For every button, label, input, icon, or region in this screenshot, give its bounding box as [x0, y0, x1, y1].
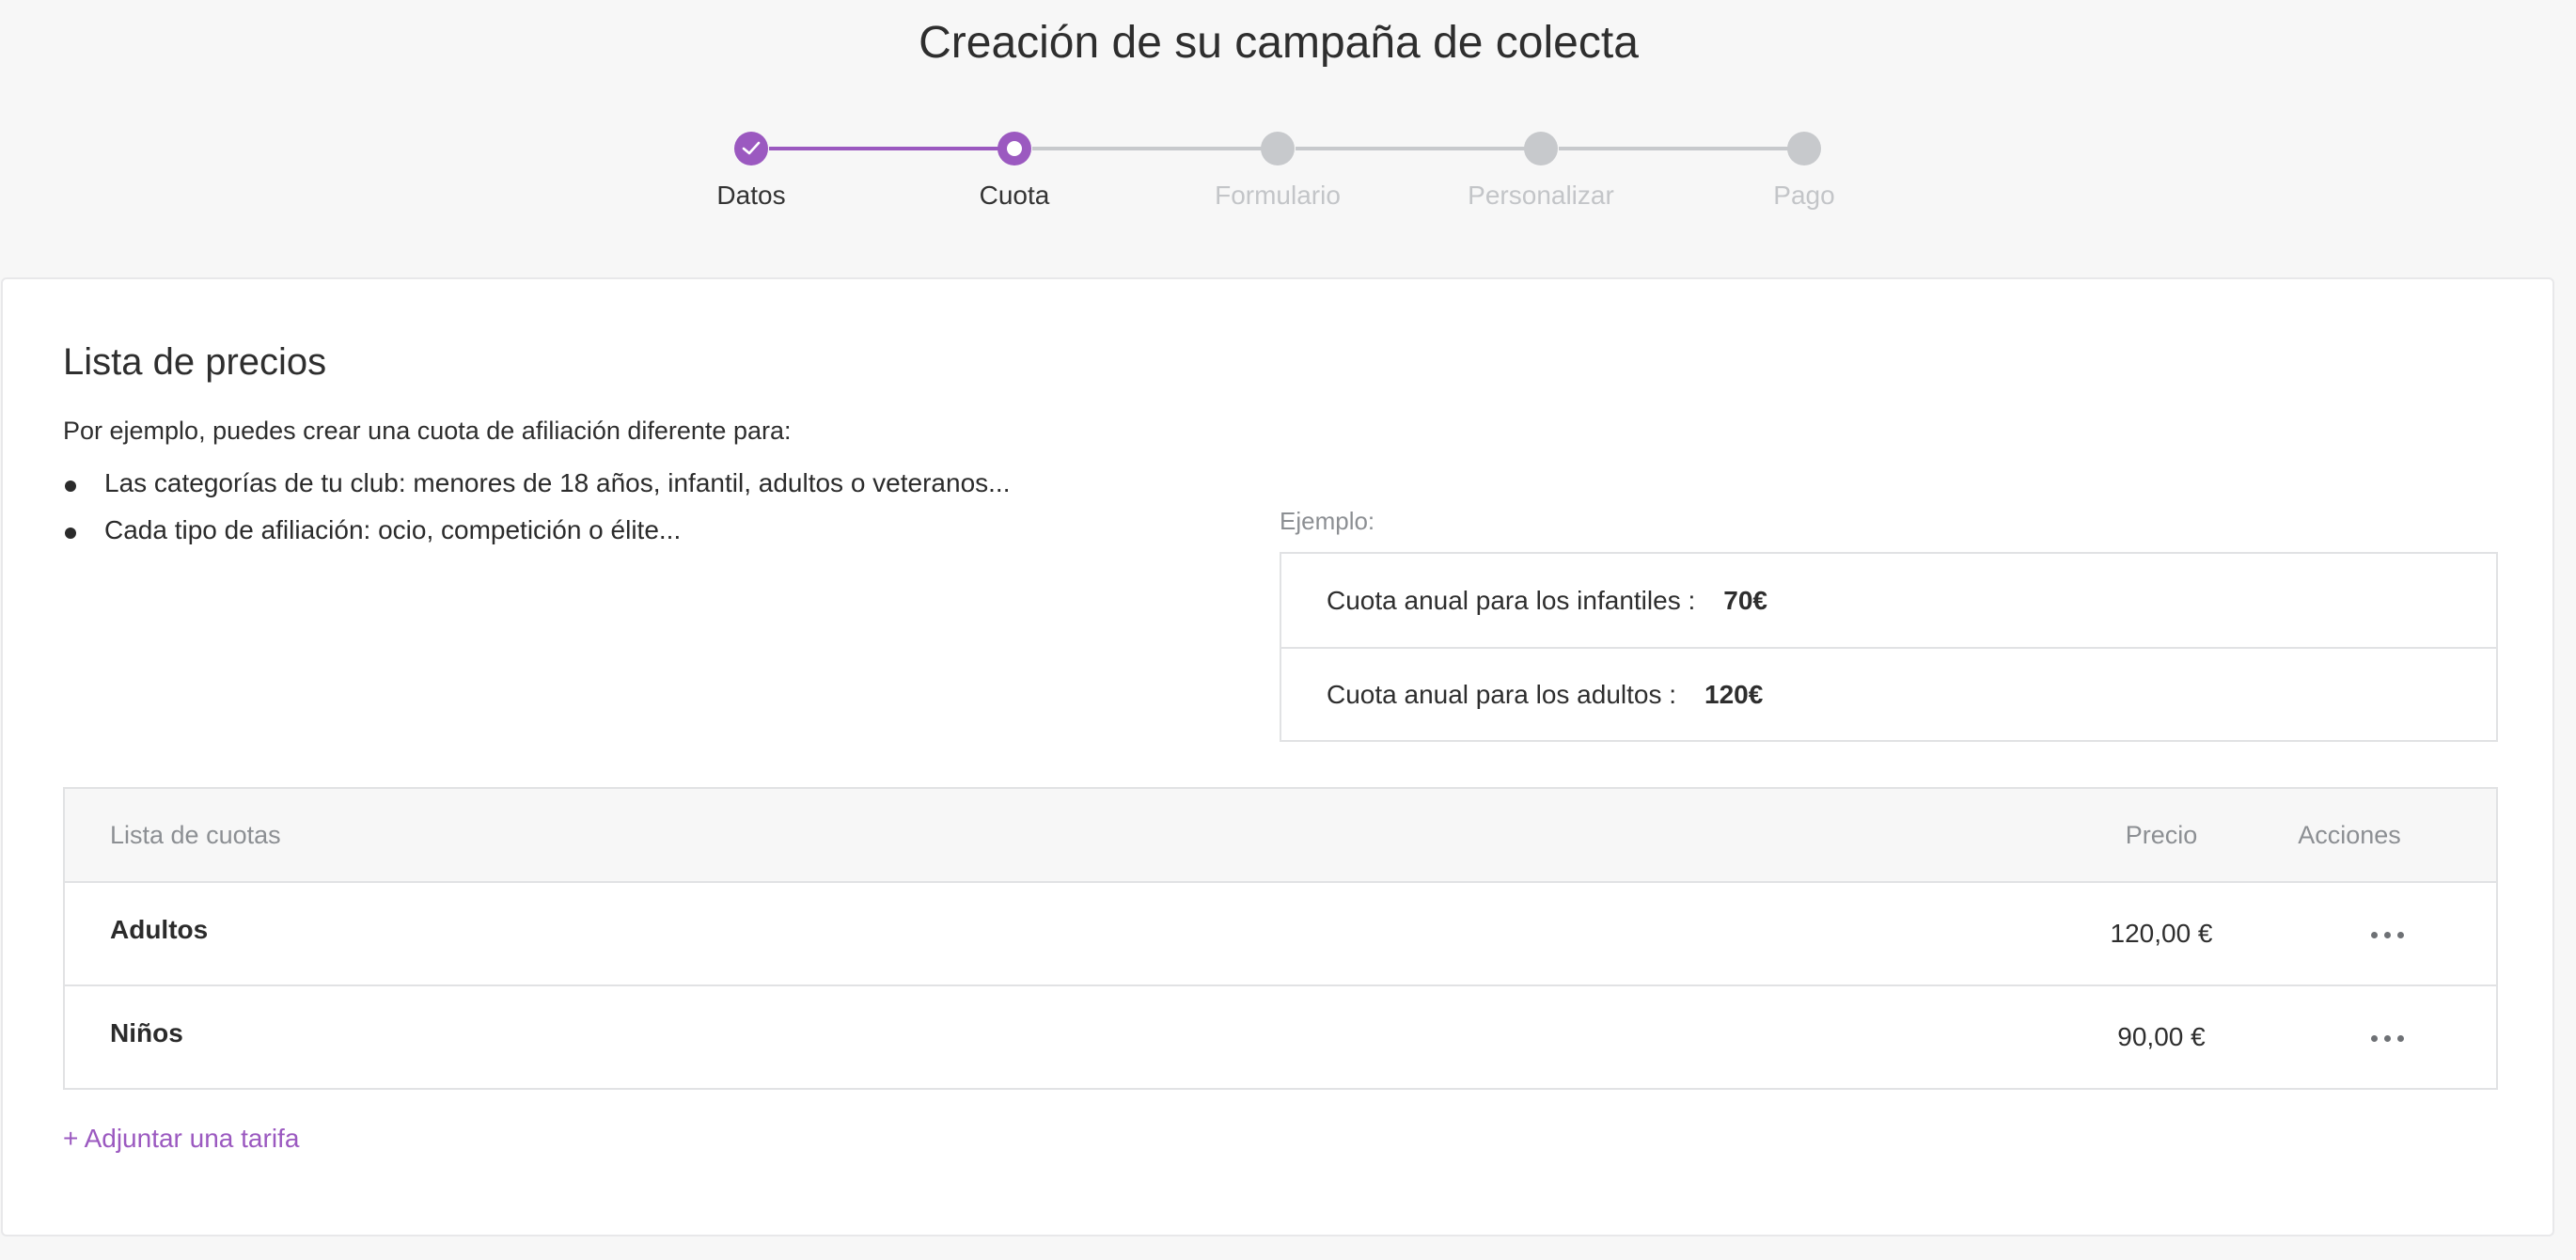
- bullet-item: Las categorías de tu club: menores de 18…: [63, 460, 1010, 507]
- step-label-pago: Pago: [1773, 181, 1835, 210]
- table-header: Lista de cuotas Precio Acciones: [65, 789, 2496, 883]
- column-header-name: Lista de cuotas: [110, 821, 281, 849]
- fee-name: Niños: [110, 1018, 183, 1047]
- step-connector: [1559, 147, 1805, 150]
- section-title: Lista de precios: [63, 341, 327, 383]
- step-label-formulario: Formulario: [1215, 181, 1341, 210]
- example-row: Cuota anual para los infantiles : 70€: [1281, 554, 2496, 647]
- step-datos-dot[interactable]: [734, 132, 768, 165]
- column-header-price: Precio: [2125, 821, 2198, 849]
- step-connector: [1032, 147, 1279, 150]
- progress-stepper: Datos Cuota Formulario Personalizar Pago: [0, 0, 2576, 244]
- check-icon: [742, 141, 761, 155]
- example-row-value: 120€: [1704, 679, 1764, 709]
- step-label-cuota[interactable]: Cuota: [911, 181, 1118, 211]
- step-label-personalizar: Personalizar: [1468, 181, 1614, 210]
- step-label-datos[interactable]: Datos: [648, 181, 855, 211]
- fee-price: 120,00 €: [2110, 919, 2213, 948]
- column-header-actions: Acciones: [2298, 821, 2401, 849]
- step-personalizar-dot: [1524, 132, 1558, 165]
- intro-text: Por ejemplo, puedes crear una cuota de a…: [63, 417, 792, 445]
- example-row: Cuota anual para los adultos : 120€: [1281, 647, 2496, 740]
- fee-price: 90,00 €: [2117, 1022, 2206, 1051]
- example-label: Ejemplo:: [1280, 507, 1375, 535]
- fee-name: Adultos: [110, 915, 209, 944]
- example-row-value: 70€: [1723, 585, 1767, 615]
- example-box: Cuota anual para los infantiles : 70€ Cu…: [1280, 552, 2498, 742]
- more-horizontal-icon[interactable]: [2359, 921, 2415, 949]
- example-row-text: Cuota anual para los infantiles :: [1327, 585, 1696, 615]
- fees-table: Lista de cuotas Precio Acciones Adultos …: [63, 787, 2498, 1090]
- step-connector: [769, 147, 1015, 150]
- step-connector: [1296, 147, 1542, 150]
- price-list-card: Lista de precios Por ejemplo, puedes cre…: [1, 277, 2554, 1236]
- add-rate-link[interactable]: + Adjuntar una tarifa: [63, 1124, 299, 1154]
- step-formulario-dot: [1261, 132, 1295, 165]
- table-row: Niños 90,00 €: [65, 984, 2496, 1086]
- table-row: Adultos 120,00 €: [65, 883, 2496, 984]
- step-cuota-dot[interactable]: [997, 132, 1031, 165]
- example-row-text: Cuota anual para los adultos :: [1327, 679, 1677, 709]
- more-horizontal-icon[interactable]: [2359, 1024, 2415, 1052]
- bullet-item: Cada tipo de afiliación: ocio, competici…: [63, 507, 1010, 554]
- example-bullets: Las categorías de tu club: menores de 18…: [63, 460, 1010, 554]
- step-pago-dot: [1787, 132, 1821, 165]
